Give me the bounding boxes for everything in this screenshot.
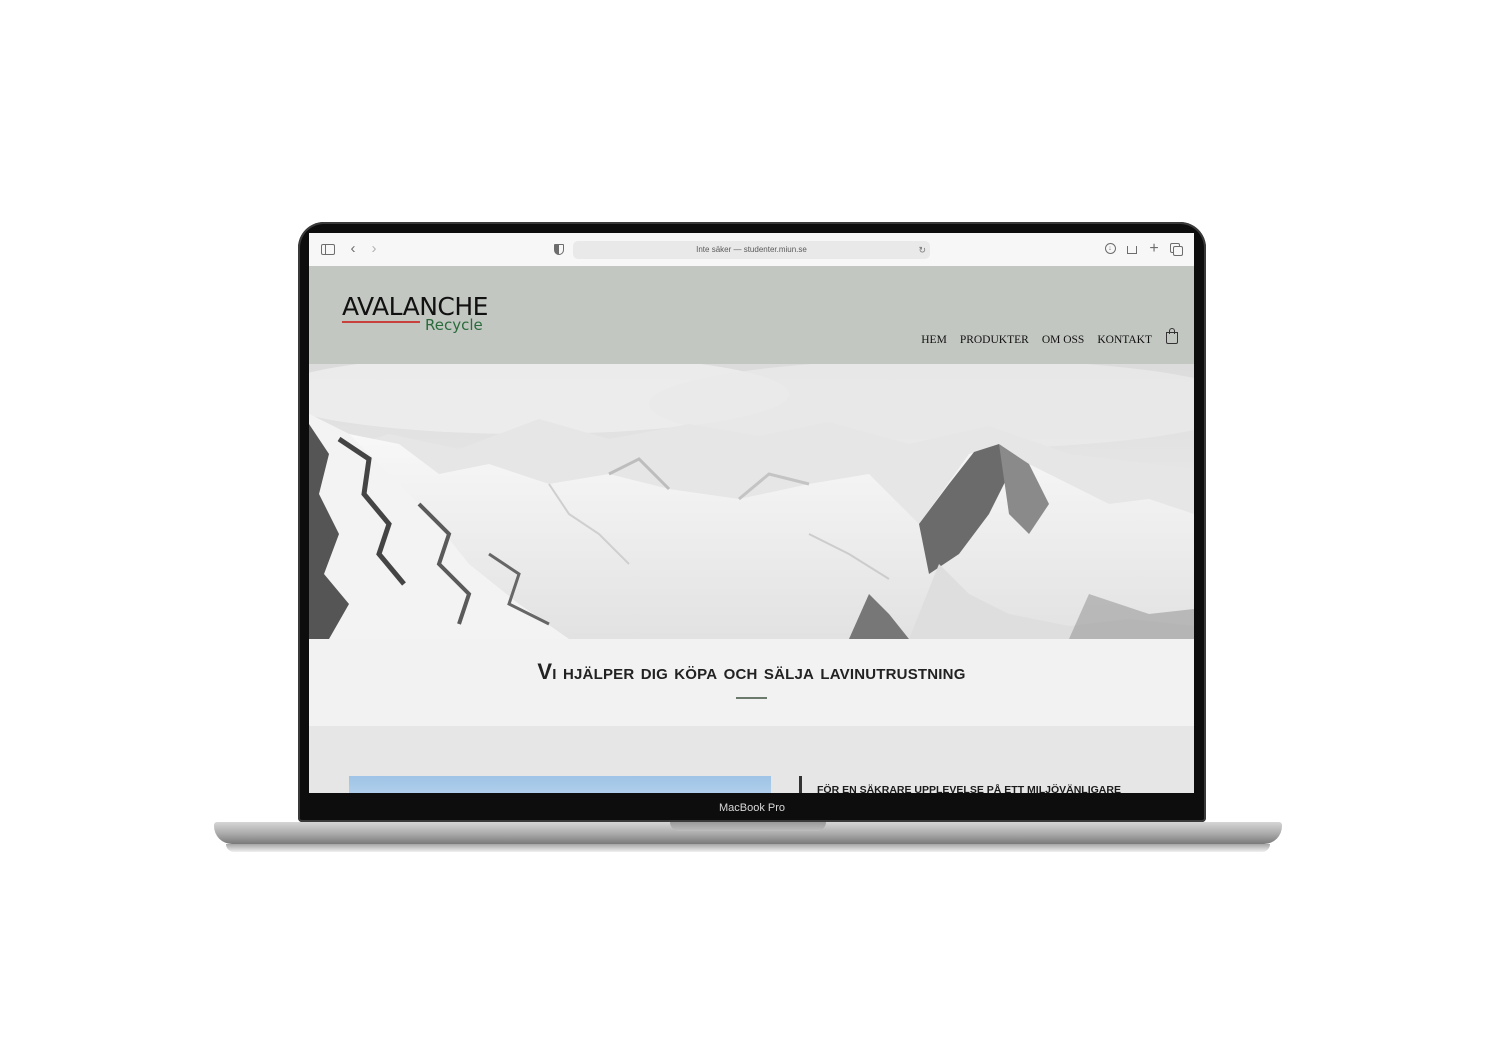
forward-icon[interactable]: › [367,241,381,256]
nav-item-om-oss[interactable]: OM OSS [1042,334,1085,346]
laptop-screen: ‹ › Inte säker — studenter.miun.se ↻ ↓ +… [309,233,1194,793]
content-heading: FÖR EN SÄKRARE UPPLEVELSE PÅ ETT MILJÖVÄ… [817,784,1121,793]
shopping-bag-icon[interactable] [1166,328,1178,344]
main-nav: HEM PRODUKTER OM OSS KONTAKT [921,334,1152,346]
browser-toolbar: ‹ › Inte säker — studenter.miun.se ↻ ↓ + [309,233,1194,267]
tabs-overview-icon[interactable] [1169,242,1183,256]
address-bar[interactable]: Inte säker — studenter.miun.se ↻ [573,241,930,259]
new-tab-icon[interactable]: + [1147,241,1161,257]
nav-item-produkter[interactable]: PRODUKTER [960,334,1029,346]
address-text: Inte säker — studenter.miun.se [696,245,807,254]
site-header: AVALANCHE Recycle HEM PRODUKTER OM OSS K… [309,266,1194,364]
hero-image [309,364,1194,639]
logo-underline [342,321,420,323]
content-accent-bar [799,776,802,793]
content-image [349,776,771,793]
laptop-shadow [226,844,1270,852]
intro-divider [736,697,767,699]
intro-section: Vi hjälper dig köpa och sälja lavinutrus… [309,639,1194,726]
laptop-opening-notch [670,822,826,831]
intro-title: Vi hjälper dig köpa och sälja lavinutrus… [537,659,966,684]
device-label: MacBook Pro [718,802,786,814]
content-section: FÖR EN SÄKRARE UPPLEVELSE PÅ ETT MILJÖVÄ… [309,726,1194,793]
share-icon[interactable] [1125,242,1139,256]
nav-item-hem[interactable]: HEM [921,334,947,346]
back-icon[interactable]: ‹ [346,241,360,256]
logo-subtitle[interactable]: Recycle [425,316,483,334]
download-icon[interactable]: ↓ [1103,242,1117,256]
mountain-illustration [309,364,1194,639]
sidebar-icon[interactable] [321,244,335,255]
nav-item-kontakt[interactable]: KONTAKT [1097,334,1152,346]
reload-icon[interactable]: ↻ [918,241,926,259]
shield-icon[interactable] [552,242,566,256]
